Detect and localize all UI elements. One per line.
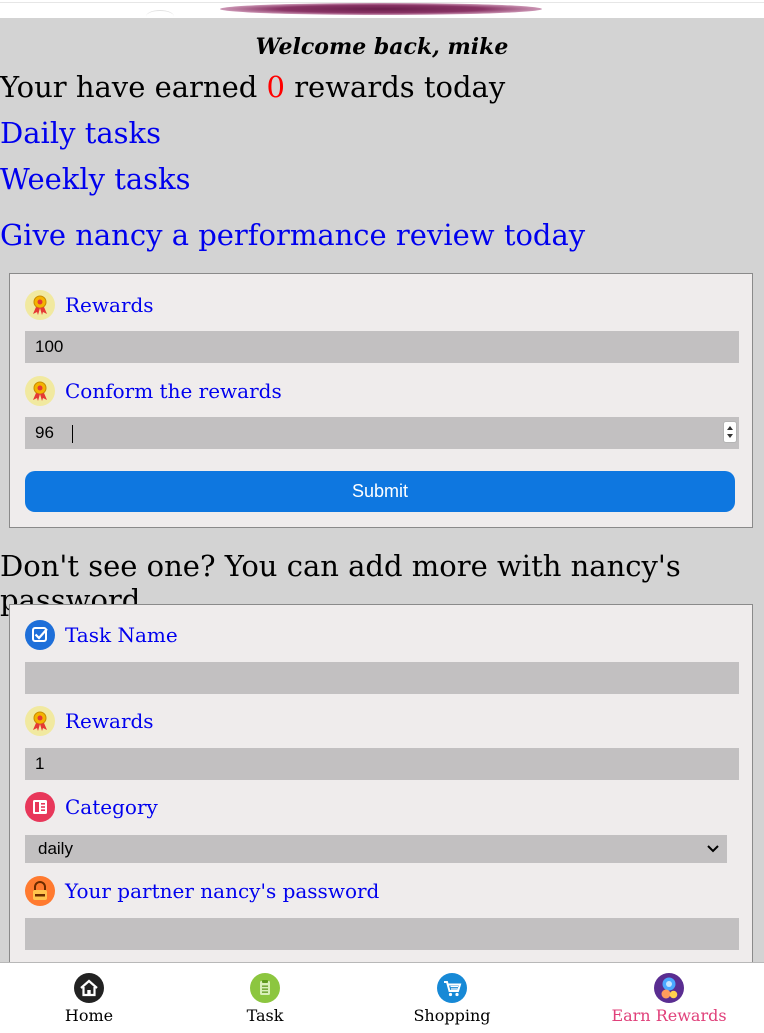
category-selected-value: daily	[38, 839, 73, 858]
earn-rewards-icon	[654, 973, 684, 1003]
shopping-cart-icon	[437, 973, 467, 1003]
rewards-summary: Your have earned 0 rewards today	[0, 70, 505, 104]
award-medal-icon	[25, 290, 55, 320]
performance-review-link[interactable]: Give nancy a performance review today	[0, 218, 585, 252]
category-select[interactable]: daily	[25, 835, 727, 863]
task-name-input[interactable]	[25, 662, 739, 694]
rewards-count: 0	[266, 70, 285, 104]
partner-password-input[interactable]	[25, 918, 739, 950]
number-stepper[interactable]	[723, 421, 737, 443]
bottom-tab-bar: Home Task Shopping Earn Rewards	[0, 962, 764, 1033]
add-rewards-input[interactable]: 1	[25, 748, 739, 780]
home-icon	[74, 973, 104, 1003]
award-medal-icon	[25, 706, 55, 736]
summary-prefix: Your have earned	[0, 70, 258, 104]
submit-button[interactable]: Submit	[25, 471, 735, 512]
top-banner	[0, 0, 764, 18]
add-rewards-label: Rewards	[65, 709, 154, 733]
weekly-tasks-link[interactable]: Weekly tasks	[0, 162, 191, 196]
welcome-heading: Welcome back, mike	[255, 34, 509, 60]
tab-home-label: Home	[64, 1006, 114, 1025]
rewards-input[interactable]: 100	[25, 331, 739, 363]
tab-earn-rewards[interactable]: Earn Rewards	[609, 973, 729, 1025]
category-label: Category	[65, 795, 158, 819]
rewards-label: Rewards	[65, 293, 154, 317]
banner-faint-arc	[146, 10, 174, 23]
stepper-down-icon[interactable]	[727, 434, 733, 438]
text-caret	[72, 425, 73, 443]
tab-shopping-label: Shopping	[413, 1006, 491, 1025]
add-rewards-row: Rewards	[25, 706, 154, 736]
category-list-icon	[25, 792, 55, 822]
tab-earn-rewards-label: Earn Rewards	[611, 1006, 727, 1025]
task-name-label: Task Name	[65, 623, 178, 647]
chevron-down-icon	[707, 845, 719, 853]
tab-task-label: Task	[246, 1006, 284, 1025]
confirm-rewards-value: 96	[35, 423, 54, 442]
award-medal-icon	[25, 376, 55, 406]
tab-home[interactable]: Home	[29, 973, 149, 1025]
stepper-up-icon[interactable]	[727, 426, 733, 430]
add-task-form: Task Name Rewards 1 Category daily Your …	[9, 604, 753, 984]
confirm-row: Conform the rewards	[25, 376, 282, 406]
rewards-row: Rewards	[25, 290, 154, 320]
tab-task[interactable]: Task	[205, 973, 325, 1025]
category-row: Category	[25, 792, 158, 822]
checkbox-icon	[25, 620, 55, 650]
summary-suffix: rewards today	[294, 70, 506, 104]
lock-icon	[25, 876, 55, 906]
banner-ornament	[220, 3, 542, 15]
password-row: Your partner nancy's password	[25, 876, 379, 906]
password-label: Your partner nancy's password	[65, 879, 380, 903]
task-name-row: Task Name	[25, 620, 178, 650]
tab-shopping[interactable]: Shopping	[392, 973, 512, 1025]
task-icon	[250, 973, 280, 1003]
review-form: Rewards 100 Conform the rewards 96 Submi…	[9, 273, 753, 528]
confirm-rewards-label: Conform the rewards	[65, 379, 282, 403]
confirm-rewards-input[interactable]: 96	[25, 417, 739, 449]
daily-tasks-link[interactable]: Daily tasks	[0, 116, 161, 150]
